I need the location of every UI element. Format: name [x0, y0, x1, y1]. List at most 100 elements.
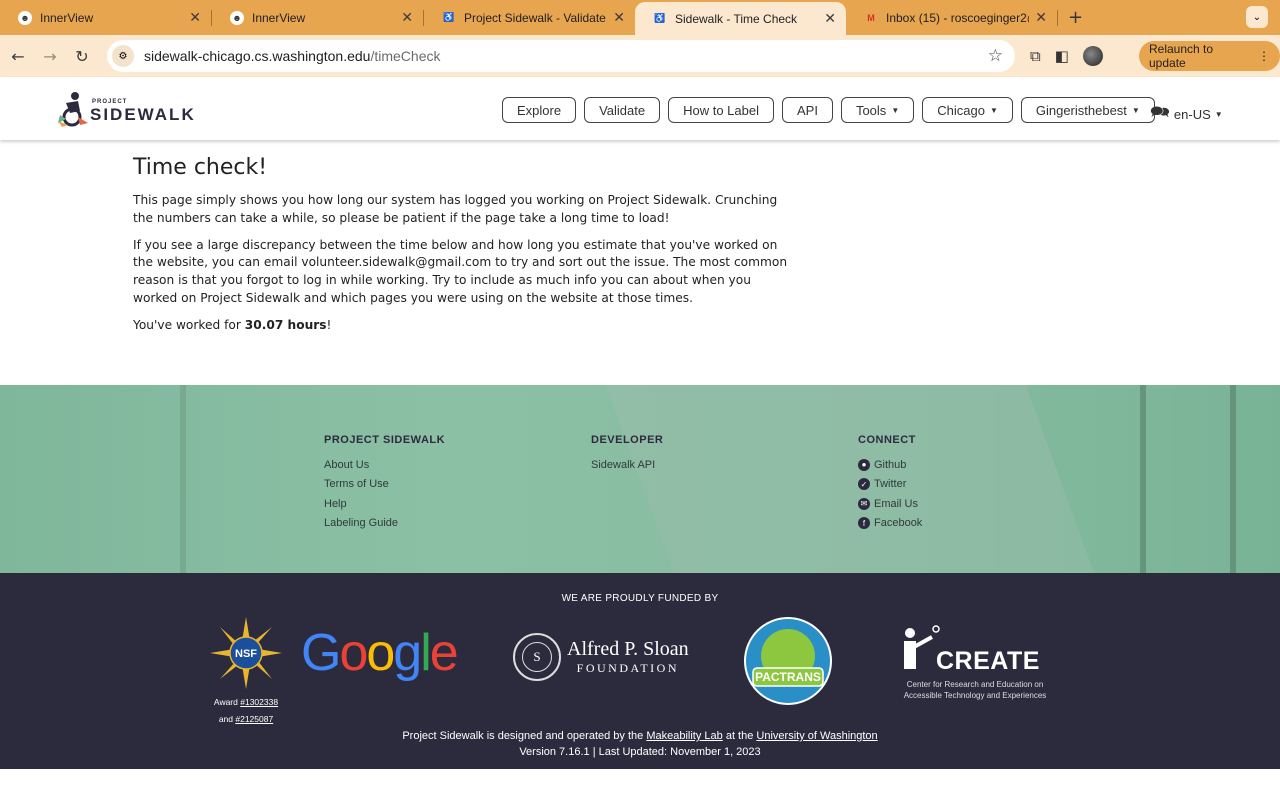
worked-suffix: ! [326, 317, 332, 332]
site-info-icon[interactable]: ⚙ [112, 45, 134, 67]
footer-link-email[interactable]: ✉ Email Us [858, 494, 922, 514]
github-icon: ● [858, 458, 870, 471]
award-prefix: Award [213, 697, 241, 707]
page-bottom-whitespace [0, 769, 1280, 800]
kebab-menu-icon[interactable]: ⋮ [1258, 49, 1270, 63]
project-sidewalk-logo[interactable]: PROJECT SIDEWALK [58, 91, 198, 127]
profile-avatar[interactable] [1082, 46, 1103, 66]
nav-label: Gingeristhebest [1035, 102, 1127, 118]
footer-link-facebook[interactable]: f Facebook [858, 514, 922, 534]
close-icon[interactable]: ✕ [824, 10, 836, 27]
nsf-logo[interactable]: NSF [208, 615, 284, 691]
sidewalk-icon: ♿ [443, 12, 455, 22]
language-label: en-US [1173, 107, 1211, 122]
nav-label: Explore [517, 102, 562, 118]
funded-by-heading: WE ARE PROUDLY FUNDED BY [561, 593, 719, 604]
footer-link-github[interactable]: ● Github [858, 455, 922, 475]
browser-tab[interactable]: ☻ InnerView ✕ [212, 0, 423, 35]
innerview-icon: ☻ [230, 10, 244, 25]
browser-toolbar: ← → ↻ ⚙ sidewalk-chicago.cs.washington.e… [0, 35, 1280, 77]
tab-search-icon[interactable]: ⌄ [1246, 6, 1268, 28]
worked-time-line: You've worked for 30.07 hours! [133, 317, 793, 335]
create-logo[interactable]: CREATE Center for Research and Education… [900, 623, 1046, 700]
sloan-foundation-logo[interactable]: S Alfred P. Sloan FOUNDATION [513, 633, 689, 681]
close-icon[interactable]: ✕ [401, 9, 413, 26]
award-and: and [218, 714, 236, 724]
page-title: Time check! [133, 155, 268, 180]
background-tree [180, 385, 186, 573]
tab-title: Inbox (15) - roscoeginger2@ [886, 10, 1030, 25]
discrepancy-paragraph: If you see a large discrepancy between t… [133, 237, 788, 305]
footer-heading: CONNECT [858, 434, 916, 446]
footer-link-twitter[interactable]: ✓ Twitter [858, 475, 922, 495]
create-subtitle: Center for Research and Education on Acc… [903, 680, 1047, 700]
reload-icon[interactable]: ↻ [66, 47, 98, 66]
award-link-1[interactable]: #1302338 [240, 697, 278, 707]
caret-down-icon: ▼ [1214, 110, 1223, 119]
nav-tools-dropdown[interactable]: Tools ▼ [840, 97, 915, 123]
innerview-icon: ☻ [18, 10, 32, 25]
google-logo[interactable]: Google [301, 623, 459, 683]
nav-label: How to Label [683, 102, 759, 118]
relaunch-button[interactable]: Relaunch to update ⋮ [1139, 41, 1280, 71]
browser-tab[interactable]: ♿ Project Sidewalk - Validate ✕ [424, 0, 635, 35]
close-icon[interactable]: ✕ [613, 9, 625, 26]
gmail-icon: M [867, 12, 875, 23]
pactrans-logo-text: PACTRANS [755, 670, 821, 684]
email-icon: ✉ [858, 497, 870, 510]
translate-icon: 🗪 [1150, 104, 1170, 121]
makeability-lab-link[interactable]: Makeability Lab [646, 730, 722, 742]
nav-validate-button[interactable]: Validate [584, 97, 661, 123]
link-label: Facebook [874, 517, 923, 530]
sidewalk-logo-icon [58, 92, 88, 127]
background-tree [1230, 385, 1236, 573]
create-word: CREATE [936, 647, 1040, 675]
footer-link-api[interactable]: Sidewalk API [591, 455, 663, 475]
url-host: sidewalk-chicago.cs.washington.edu [144, 48, 371, 64]
caret-down-icon: ▼ [891, 105, 900, 115]
extensions-icon[interactable]: ⧉ [1030, 47, 1041, 65]
funders-section: WE ARE PROUDLY FUNDED BY NSF Award #1302… [0, 573, 1280, 769]
facebook-icon: f [858, 517, 870, 530]
forward-icon[interactable]: → [34, 47, 66, 66]
close-icon[interactable]: ✕ [1035, 9, 1047, 26]
caret-down-icon: ▼ [989, 105, 998, 115]
caret-down-icon: ▼ [1131, 105, 1140, 115]
footer-link-help[interactable]: Help [324, 494, 445, 514]
background-tree [1140, 385, 1146, 573]
footer-link-labeling-guide[interactable]: Labeling Guide [324, 514, 445, 534]
browser-tab[interactable]: ☻ InnerView ✕ [0, 0, 211, 35]
nav-user-dropdown[interactable]: Gingeristhebest ▼ [1020, 97, 1155, 123]
version-text: Version 7.16.1 | Last Updated: November … [519, 746, 761, 758]
pactrans-logo[interactable]: PACTRANS [743, 616, 833, 706]
nav-city-dropdown[interactable]: Chicago ▼ [922, 97, 1013, 123]
nsf-logo-text: NSF [235, 648, 257, 660]
nav-label: Chicago [937, 102, 985, 118]
sloan-name: Alfred P. Sloan [567, 638, 689, 660]
language-selector[interactable]: 🗪 en-US ▼ [1150, 101, 1223, 128]
nav-api-button[interactable]: API [781, 97, 833, 123]
browser-tab-active[interactable]: ♿ Sidewalk - Time Check ✕ [635, 2, 846, 35]
award-numbers: Award #1302338 and #2125087 [196, 694, 296, 728]
back-icon[interactable]: ← [2, 47, 34, 66]
browser-tab[interactable]: M Inbox (15) - roscoeginger2@ ✕ [846, 0, 1057, 35]
side-panel-icon[interactable]: ◧ [1055, 47, 1069, 65]
worked-prefix: You've worked for [133, 317, 245, 332]
award-link-2[interactable]: #2125087 [235, 714, 273, 724]
new-tab-icon[interactable]: + [1068, 7, 1083, 28]
url-path: /timeCheck [370, 48, 441, 64]
nav-how-to-label-button[interactable]: How to Label [668, 97, 774, 123]
tab-strip: ☻ InnerView ✕ ☻ InnerView ✕ ♿ Project Si… [0, 0, 1280, 35]
close-icon[interactable]: ✕ [189, 9, 201, 26]
footer-link-about[interactable]: About Us [324, 455, 445, 475]
nav-explore-button[interactable]: Explore [502, 97, 577, 123]
link-label: Email Us [874, 497, 919, 510]
nav-label: API [796, 102, 818, 118]
bookmark-star-icon[interactable]: ☆ [988, 46, 1003, 66]
footer-link-terms[interactable]: Terms of Use [324, 475, 445, 495]
nav-label: Tools [855, 102, 887, 118]
address-bar[interactable]: ⚙ sidewalk-chicago.cs.washington.edu/tim… [107, 40, 1015, 72]
sloan-foundation-text: FOUNDATION [576, 661, 679, 675]
tab-separator [1057, 9, 1058, 26]
university-link[interactable]: University of Washington [756, 730, 877, 742]
